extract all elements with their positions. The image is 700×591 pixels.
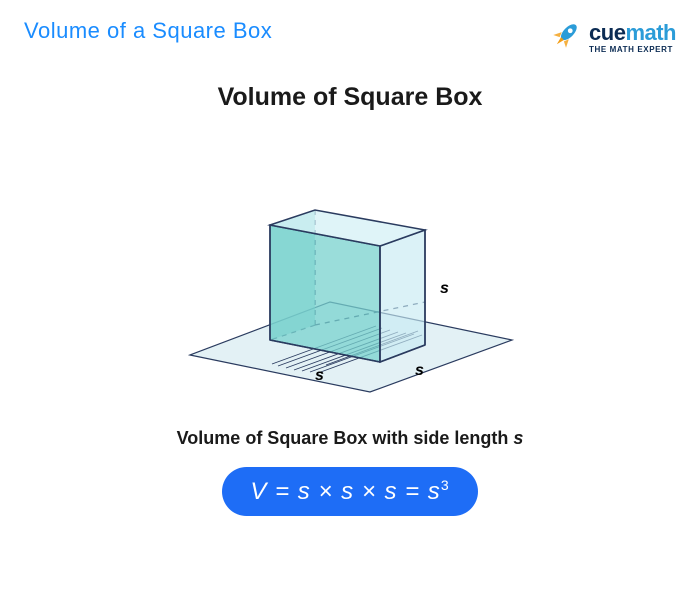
formula-pill: V = s × s × s = s3: [222, 467, 477, 516]
side-label-front-right: s: [415, 362, 424, 380]
caption: Volume of Square Box with side length s: [0, 428, 700, 449]
card-title: Volume of Square Box: [0, 83, 700, 112]
brand-logo: cuemath THE MATH EXPERT: [549, 18, 676, 57]
side-label-front-left: s: [315, 367, 324, 385]
page-title: Volume of a Square Box: [24, 18, 272, 44]
rocket-icon: [549, 18, 583, 57]
logo-text: cuemath: [589, 22, 676, 44]
side-label-right: s: [440, 280, 449, 298]
cube-diagram: s s s: [140, 130, 560, 400]
logo-tagline: THE MATH EXPERT: [589, 46, 676, 54]
formula-text: V = s × s × s = s3: [250, 478, 449, 505]
